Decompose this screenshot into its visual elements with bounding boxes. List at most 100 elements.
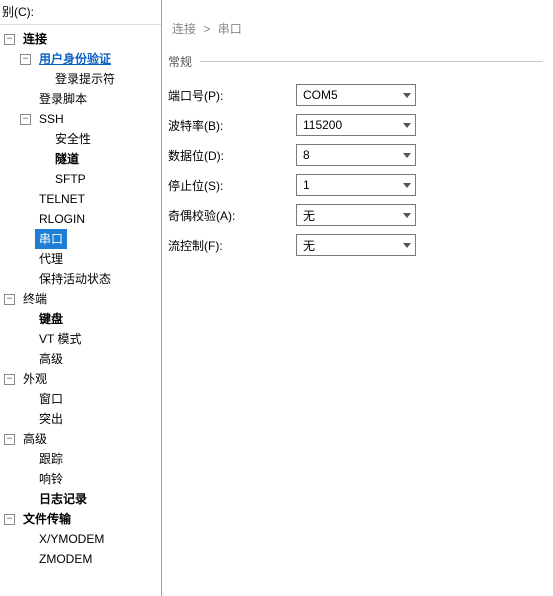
select-value: COM5	[303, 88, 338, 102]
minus-icon[interactable]: −	[4, 294, 15, 305]
tree-item-bell[interactable]: 响铃	[0, 469, 161, 489]
select-flowctl[interactable]: 无	[296, 234, 416, 256]
tree-item-logging[interactable]: 日志记录	[0, 489, 161, 509]
section-separator: 常规	[162, 47, 553, 80]
category-tree[interactable]: − 连接 − 用户身份验证 登录提示符 登录脚本 − SSH	[0, 25, 161, 596]
spacer-icon	[20, 214, 31, 225]
select-port[interactable]: COM5	[296, 84, 416, 106]
tree-item-ssh-sftp[interactable]: SFTP	[0, 169, 161, 189]
spacer-icon	[20, 234, 31, 245]
select-databits[interactable]: 8	[296, 144, 416, 166]
tree-item-ssh[interactable]: − SSH	[0, 109, 161, 129]
tree-item-appearance[interactable]: − 外观	[0, 369, 161, 389]
tree-item-auth[interactable]: − 用户身份验证	[0, 49, 161, 69]
divider-icon	[200, 61, 543, 62]
tree-item-keyboard[interactable]: 键盘	[0, 309, 161, 329]
minus-icon[interactable]: −	[20, 114, 31, 125]
tree-label: 安全性	[51, 129, 95, 149]
tree-label: TELNET	[35, 189, 89, 209]
select-value: 无	[303, 237, 315, 254]
label-baud: 波特率(B):	[168, 117, 296, 134]
tree-item-proxy[interactable]: 代理	[0, 249, 161, 269]
breadcrumb-separator: >	[203, 22, 210, 36]
category-tree-pane: 别(C): − 连接 − 用户身份验证 登录提示符 登录脚本	[0, 0, 162, 596]
minus-icon[interactable]: −	[4, 514, 15, 525]
tree-label: 响铃	[35, 469, 67, 489]
tree-label: SFTP	[51, 169, 90, 189]
select-parity[interactable]: 无	[296, 204, 416, 226]
tree-label: 用户身份验证	[35, 49, 115, 69]
row-stopbits: 停止位(S): 1	[168, 170, 543, 200]
tree-item-window[interactable]: 窗口	[0, 389, 161, 409]
select-value: 8	[303, 148, 310, 162]
spacer-icon	[20, 194, 31, 205]
tree-item-trace[interactable]: 跟踪	[0, 449, 161, 469]
tree-item-file-transfer[interactable]: − 文件传输	[0, 509, 161, 529]
tree-item-rlogin[interactable]: RLOGIN	[0, 209, 161, 229]
tree-item-ssh-security[interactable]: 安全性	[0, 129, 161, 149]
form: 端口号(P): COM5 波特率(B): 115200	[162, 80, 553, 260]
minus-icon[interactable]: −	[4, 34, 15, 45]
spacer-icon	[20, 334, 31, 345]
tree-item-keepalive[interactable]: 保持活动状态	[0, 269, 161, 289]
tree-item-serial[interactable]: 串口	[0, 229, 161, 249]
tree-label: 隧道	[51, 149, 83, 169]
tree-label: 高级	[19, 429, 51, 449]
breadcrumb: 连接 > 串口	[162, 0, 553, 47]
minus-icon[interactable]: −	[4, 374, 15, 385]
minus-icon[interactable]: −	[4, 434, 15, 445]
tree-item-connection[interactable]: − 连接	[0, 29, 161, 49]
spacer-icon	[20, 394, 31, 405]
section-title: 常规	[168, 53, 192, 70]
label-port: 端口号(P):	[168, 87, 296, 104]
spacer-icon	[20, 314, 31, 325]
tree-item-telnet[interactable]: TELNET	[0, 189, 161, 209]
tree-item-terminal[interactable]: − 终端	[0, 289, 161, 309]
row-parity: 奇偶校验(A): 无	[168, 200, 543, 230]
label-parity: 奇偶校验(A):	[168, 207, 296, 224]
spacer-icon	[20, 474, 31, 485]
tree-label: 窗口	[35, 389, 67, 409]
settings-pane: 连接 > 串口 常规 端口号(P): COM5 波特率(B):	[162, 0, 553, 596]
tree-item-xymodem[interactable]: X/YMODEM	[0, 529, 161, 549]
select-stopbits[interactable]: 1	[296, 174, 416, 196]
tree-label: ZMODEM	[35, 549, 96, 569]
tree-item-highlight[interactable]: 突出	[0, 409, 161, 429]
tree-label: 文件传输	[19, 509, 75, 529]
label-databits: 数据位(D):	[168, 147, 296, 164]
tree-item-ssh-tunnel[interactable]: 隧道	[0, 149, 161, 169]
spacer-icon	[20, 274, 31, 285]
tree-item-zmodem[interactable]: ZMODEM	[0, 549, 161, 569]
label-stopbits: 停止位(S):	[168, 177, 296, 194]
tree-item-terminal-advanced[interactable]: 高级	[0, 349, 161, 369]
tree-label: 代理	[35, 249, 67, 269]
row-baud: 波特率(B): 115200	[168, 110, 543, 140]
label-flowctl: 流控制(F):	[168, 237, 296, 254]
row-databits: 数据位(D): 8	[168, 140, 543, 170]
chevron-down-icon	[403, 93, 411, 98]
chevron-down-icon	[403, 243, 411, 248]
tree-item-vt-mode[interactable]: VT 模式	[0, 329, 161, 349]
tree-label: 串口	[35, 229, 67, 249]
chevron-down-icon	[403, 213, 411, 218]
spacer-icon	[20, 454, 31, 465]
spacer-icon	[20, 494, 31, 505]
tree-label: 登录脚本	[35, 89, 91, 109]
select-baud[interactable]: 115200	[296, 114, 416, 136]
spacer-icon	[20, 414, 31, 425]
spacer-icon	[36, 74, 47, 85]
tree-item-advanced[interactable]: − 高级	[0, 429, 161, 449]
tree-label: VT 模式	[35, 329, 85, 349]
select-value: 1	[303, 178, 310, 192]
spacer-icon	[20, 554, 31, 565]
tree-label: 跟踪	[35, 449, 67, 469]
tree-item-login-script[interactable]: 登录脚本	[0, 89, 161, 109]
tree-label: 保持活动状态	[35, 269, 115, 289]
minus-icon[interactable]: −	[20, 54, 31, 65]
select-value: 115200	[303, 118, 342, 132]
spacer-icon	[36, 134, 47, 145]
chevron-down-icon	[403, 123, 411, 128]
chevron-down-icon	[403, 183, 411, 188]
tree-item-login-prompt[interactable]: 登录提示符	[0, 69, 161, 89]
row-flowctl: 流控制(F): 无	[168, 230, 543, 260]
